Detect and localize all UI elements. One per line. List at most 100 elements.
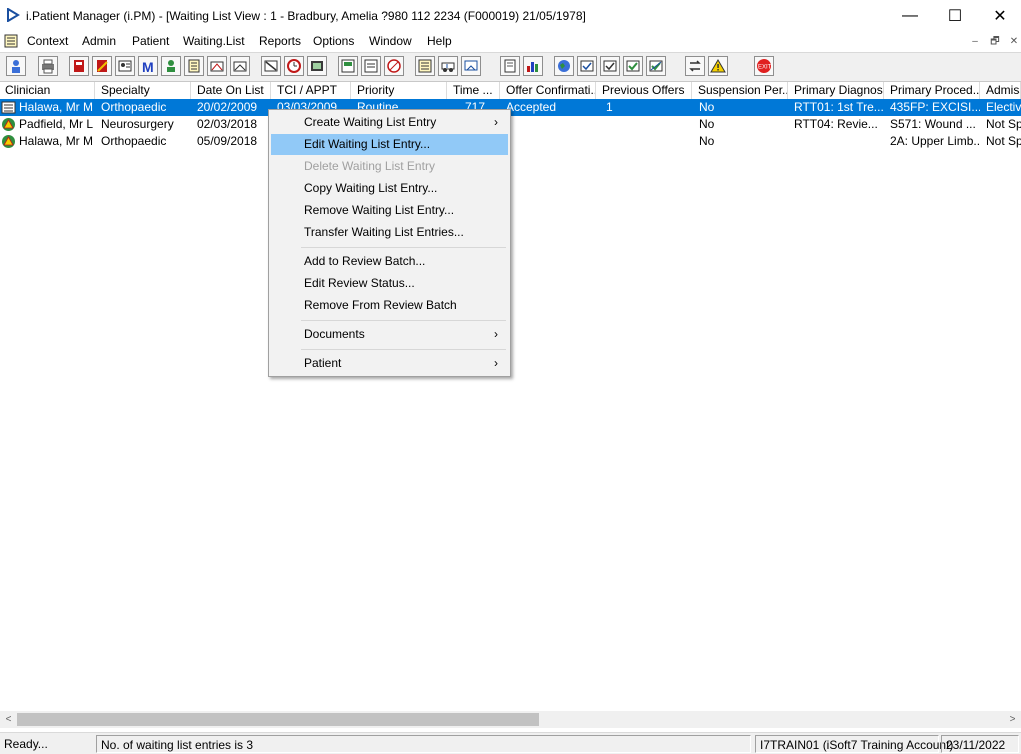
mdi-restore-button[interactable]: 🗗 (988, 36, 1002, 48)
cell-suspension: No (699, 134, 715, 148)
review-icon[interactable] (577, 56, 597, 76)
ctx-copy-waiting-list-entry[interactable]: Copy Waiting List Entry... (271, 178, 508, 199)
cell-primary-procedure: S571: Wound ... (890, 117, 976, 131)
edit-book-icon[interactable] (92, 56, 112, 76)
status-account: I7TRAIN01 (iSoft7 Training Account) (755, 735, 953, 753)
col-previous-offers[interactable]: Previous Offers (597, 82, 692, 99)
notes-icon[interactable] (184, 56, 204, 76)
menu-admin[interactable]: Admin (82, 34, 116, 48)
card3-icon[interactable] (230, 56, 250, 76)
ctx-create-waiting-list-entry[interactable]: Create Waiting List Entry › (271, 112, 508, 133)
menu-waiting-list[interactable]: Waiting.List (183, 34, 245, 48)
ctx-delete-waiting-list-entry: Delete Waiting List Entry (271, 156, 508, 177)
col-offer-confirmation[interactable]: Offer Confirmati... (501, 82, 596, 99)
col-priority[interactable]: Priority (352, 82, 447, 99)
col-tci-appt[interactable]: TCI / APPT (272, 82, 351, 99)
ctx-separator (301, 247, 506, 248)
card-icon[interactable] (115, 56, 135, 76)
ctx-remove-from-review-batch[interactable]: Remove From Review Batch (271, 295, 508, 316)
cell-offer-confirmation: Accepted (506, 100, 557, 114)
book-icon[interactable] (69, 56, 89, 76)
svg-text:EXIT: EXIT (758, 65, 772, 71)
ctx-documents-label: Documents (304, 327, 365, 341)
ctx-remove-waiting-list-entry[interactable]: Remove Waiting List Entry... (271, 200, 508, 221)
review3-icon[interactable] (623, 56, 643, 76)
ctx-add-to-review-batch[interactable]: Add to Review Batch... (271, 251, 508, 272)
ctx-documents[interactable]: Documents › (271, 324, 508, 345)
document-menu-icon[interactable] (4, 34, 18, 48)
col-primary-procedure[interactable]: Primary Proced... (885, 82, 980, 99)
form3-icon[interactable] (384, 56, 404, 76)
cancel-icon[interactable] (261, 56, 281, 76)
review2-icon[interactable] (600, 56, 620, 76)
ctx-patient[interactable]: Patient › (271, 353, 508, 374)
ctx-edit-waiting-list-entry[interactable]: Edit Waiting List Entry... (271, 134, 508, 155)
ctx-edit-review-status[interactable]: Edit Review Status... (271, 273, 508, 294)
exit-icon[interactable]: EXIT (754, 56, 774, 76)
submenu-arrow-icon: › (494, 115, 498, 129)
ctx-add-review-label: Add to Review Batch... (304, 254, 426, 268)
col-clinician[interactable]: Clinician (0, 82, 95, 99)
swap-icon[interactable] (685, 56, 705, 76)
warning-icon[interactable] (708, 56, 728, 76)
status-message: No. of waiting list entries is 3 (96, 735, 751, 753)
menu-reports[interactable]: Reports (259, 34, 301, 48)
list-icon[interactable] (415, 56, 435, 76)
col-date-on-list[interactable]: Date On List (192, 82, 271, 99)
person-icon[interactable] (161, 56, 181, 76)
cell-date-on-list: 02/03/2018 (197, 117, 258, 131)
document-icon[interactable] (500, 56, 520, 76)
col-suspension-period[interactable]: Suspension Per... (693, 82, 788, 99)
form-icon[interactable] (338, 56, 358, 76)
ambulance-icon[interactable] (438, 56, 458, 76)
ctx-separator (301, 349, 506, 350)
review4-icon[interactable] (646, 56, 666, 76)
mdi-minimize-button[interactable]: – (968, 36, 982, 48)
ctx-patient-label: Patient (304, 356, 342, 370)
ctx-copy-label: Copy Waiting List Entry... (304, 181, 438, 195)
close-button[interactable]: ✕ (977, 0, 1021, 32)
cell-admission: Not Spe (986, 117, 1021, 131)
close-icon: ✕ (993, 8, 1007, 25)
app-logo-icon (6, 7, 20, 25)
menu-context[interactable]: Context (27, 34, 68, 48)
col-time[interactable]: Time ... (448, 82, 500, 99)
cell-previous-offers: 1 (606, 100, 613, 114)
form2-icon[interactable] (361, 56, 381, 76)
menu-bar: Context Admin Patient Waiting.List Repor… (0, 32, 1021, 53)
mdi-close-button[interactable]: ✕ (1007, 36, 1021, 48)
patient-icon[interactable] (6, 56, 26, 76)
printer-icon[interactable] (38, 56, 58, 76)
svg-text:M: M (142, 59, 154, 74)
alert-patient-icon (1, 117, 16, 132)
col-specialty[interactable]: Specialty (96, 82, 191, 99)
m-icon[interactable]: M (138, 56, 158, 76)
cell-admission: Elective (986, 100, 1021, 114)
cell-clinician: Halawa, Mr M (19, 100, 94, 114)
menu-patient[interactable]: Patient (132, 34, 169, 48)
scroll-right-icon[interactable]: > (1004, 711, 1021, 728)
clock-icon[interactable] (284, 56, 304, 76)
context-menu: Create Waiting List Entry › Edit Waiting… (268, 109, 511, 377)
menu-options[interactable]: Options (313, 34, 354, 48)
scroll-left-icon[interactable]: < (0, 711, 17, 728)
ctx-edit-label: Edit Waiting List Entry... (304, 137, 431, 151)
transfer-icon[interactable] (461, 56, 481, 76)
ctx-transfer-waiting-list-entries[interactable]: Transfer Waiting List Entries... (271, 222, 508, 243)
col-primary-diagnosis[interactable]: Primary Diagnosis (789, 82, 884, 99)
cell-date-on-list: 20/02/2009 (197, 100, 258, 114)
cell-primary-procedure: 435FP: EXCISI... (890, 100, 980, 114)
screen-icon[interactable] (307, 56, 327, 76)
scrollbar-thumb[interactable] (17, 713, 539, 726)
ctx-create-label: Create Waiting List Entry (304, 115, 437, 129)
maximize-button[interactable]: ☐ (932, 0, 978, 32)
menu-help[interactable]: Help (427, 34, 452, 48)
globe-icon[interactable] (554, 56, 574, 76)
menu-window[interactable]: Window (369, 34, 412, 48)
minimize-button[interactable]: — (887, 0, 933, 32)
status-date: 23/11/2022 (941, 735, 1019, 753)
horizontal-scrollbar[interactable]: < > (0, 711, 1021, 728)
col-admission[interactable]: Admissi (981, 82, 1021, 99)
chart-icon[interactable] (523, 56, 543, 76)
card2-icon[interactable] (207, 56, 227, 76)
